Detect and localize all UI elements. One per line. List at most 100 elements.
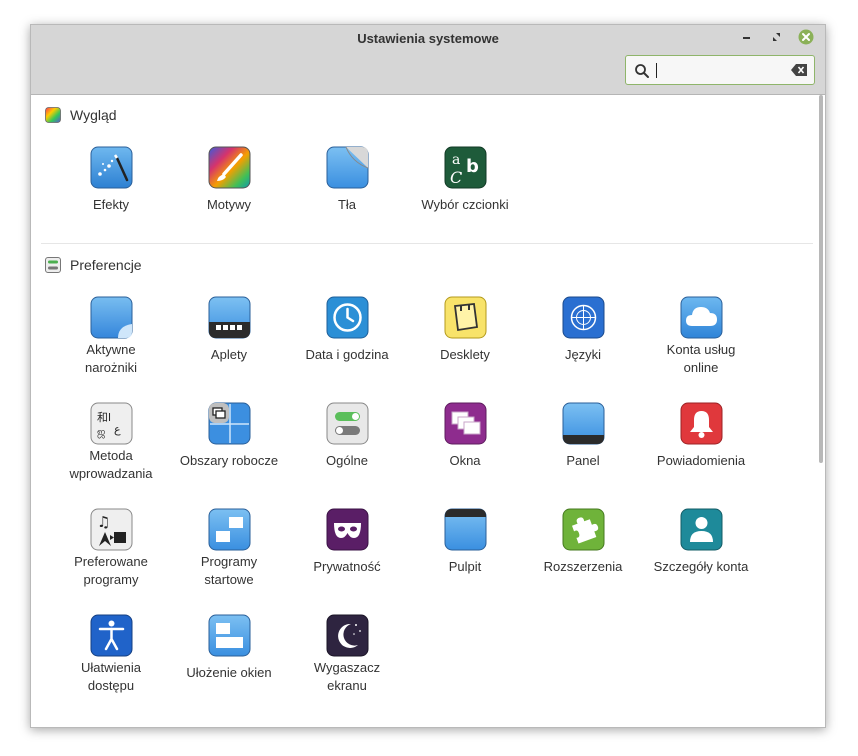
item-label: Szczegóły konta	[653, 559, 749, 574]
item-backgrounds[interactable]: Tła	[292, 146, 402, 214]
minimize-button[interactable]	[739, 29, 755, 45]
item-notifications[interactable]: Powiadomienia	[646, 402, 756, 470]
item-label: Panel	[566, 453, 600, 468]
themes-icon	[208, 146, 250, 189]
item-label: Prywatność	[313, 559, 381, 574]
item-label: Ogólne	[326, 453, 368, 468]
svg-text:b: b	[466, 156, 479, 177]
item-label: Desklety	[440, 347, 490, 362]
item-accessibility[interactable]: Ułatwienia dostępu	[56, 614, 166, 695]
account-details-icon	[680, 508, 722, 551]
item-label: Programy startowe	[200, 554, 258, 587]
font-selection-icon: a b C	[444, 146, 486, 189]
workspaces-icon	[208, 402, 250, 445]
item-input-method[interactable]: 和l ஜ ع Metoda wprowadzania	[56, 402, 166, 483]
item-label: Pulpit	[448, 559, 482, 574]
svg-text:a: a	[452, 152, 460, 168]
online-accounts-icon	[680, 296, 722, 339]
desklets-icon	[444, 296, 486, 339]
item-label: Ułatwienia dostępu	[81, 660, 141, 693]
item-themes[interactable]: Motywy	[174, 146, 284, 214]
item-hot-corners[interactable]: Aktywne narożniki	[56, 296, 166, 377]
preferred-applications-icon: ♫	[90, 508, 132, 551]
item-label: Motywy	[206, 197, 252, 212]
item-label: Aktywne narożniki	[84, 342, 138, 375]
item-label: Aplety	[210, 347, 248, 362]
item-workspaces[interactable]: Obszary robocze	[174, 402, 284, 470]
item-online-accounts[interactable]: Konta usług online	[646, 296, 756, 377]
section-title-preferences: Preferencje	[70, 257, 142, 273]
search-icon	[635, 64, 649, 78]
svg-text:ع: ع	[114, 423, 121, 436]
svg-text:♫: ♫	[97, 513, 110, 531]
settings-content: Wygląd Efekty Motywy Tła a b C Wybór czc…	[31, 95, 825, 727]
item-label: Metoda wprowadzania	[69, 448, 153, 481]
accessibility-icon	[90, 614, 132, 657]
item-window-tiling[interactable]: Ułożenie okien	[174, 614, 284, 682]
item-label: Powiadomienia	[656, 453, 746, 468]
item-preferred-applications[interactable]: ♫ Preferowane programy	[56, 508, 166, 589]
notifications-icon	[680, 402, 722, 445]
item-startup-applications[interactable]: Programy startowe	[174, 508, 284, 589]
item-label: Wybór czcionki	[421, 197, 509, 212]
appearance-section-icon	[45, 107, 61, 123]
item-effects[interactable]: Efekty	[56, 146, 166, 214]
clock-icon	[326, 296, 368, 339]
item-general[interactable]: Ogólne	[292, 402, 402, 470]
item-privacy[interactable]: Prywatność	[292, 508, 402, 576]
text-cursor	[656, 63, 657, 78]
item-label: Tła	[337, 197, 357, 212]
item-account-details[interactable]: Szczegóły konta	[646, 508, 756, 576]
item-label: Efekty	[92, 197, 130, 212]
search-field[interactable]	[625, 55, 815, 85]
desktop-icon	[444, 508, 486, 551]
svg-text:ஜ: ஜ	[97, 427, 105, 438]
preferences-section-icon	[45, 257, 61, 273]
item-label: Data i godzina	[305, 347, 389, 362]
window-tiling-icon	[208, 614, 250, 657]
effects-icon	[90, 146, 132, 189]
item-languages[interactable]: Języki	[528, 296, 638, 364]
section-divider	[41, 243, 813, 244]
item-desktop[interactable]: Pulpit	[410, 508, 520, 576]
item-label: Ułożenie okien	[186, 665, 272, 680]
clear-search-icon[interactable]	[791, 64, 807, 76]
window-title: Ustawienia systemowe	[357, 31, 499, 46]
item-label: Języki	[564, 347, 602, 362]
settings-window: Ustawienia systemowe Wygląd Efekty Motyw…	[30, 24, 826, 728]
item-panel[interactable]: Panel	[528, 402, 638, 470]
close-button[interactable]	[798, 29, 814, 45]
item-font-selection[interactable]: a b C Wybór czcionki	[410, 146, 520, 214]
panel-icon	[562, 402, 604, 445]
privacy-icon	[326, 508, 368, 551]
startup-applications-icon	[208, 508, 250, 551]
section-header-appearance: Wygląd	[45, 105, 117, 125]
item-label: Konta usług online	[666, 342, 736, 375]
scrollbar[interactable]	[819, 95, 823, 463]
hot-corners-icon	[90, 296, 132, 339]
applets-icon	[208, 296, 250, 339]
svg-text:和l: 和l	[97, 411, 111, 424]
maximize-button[interactable]	[769, 29, 785, 45]
svg-text:C: C	[450, 168, 462, 187]
windows-icon	[444, 402, 486, 445]
item-screensaver[interactable]: Wygaszacz ekranu	[292, 614, 402, 695]
item-label: Preferowane programy	[74, 554, 148, 587]
backgrounds-icon	[326, 146, 368, 189]
section-header-preferences: Preferencje	[45, 255, 142, 275]
item-date-time[interactable]: Data i godzina	[292, 296, 402, 364]
item-applets[interactable]: Aplety	[174, 296, 284, 364]
item-label: Obszary robocze	[179, 453, 279, 468]
input-method-icon: 和l ஜ ع	[90, 402, 132, 445]
screensaver-icon	[326, 614, 368, 657]
item-label: Okna	[449, 453, 481, 468]
item-extensions[interactable]: Rozszerzenia	[528, 508, 638, 576]
section-title-appearance: Wygląd	[70, 107, 117, 123]
extensions-icon	[562, 508, 604, 551]
item-windows[interactable]: Okna	[410, 402, 520, 470]
general-icon	[326, 402, 368, 445]
item-desklets[interactable]: Desklety	[410, 296, 520, 364]
item-label: Rozszerzenia	[543, 559, 623, 574]
item-label: Wygaszacz ekranu	[313, 660, 381, 693]
header-bar: Ustawienia systemowe	[31, 25, 825, 95]
